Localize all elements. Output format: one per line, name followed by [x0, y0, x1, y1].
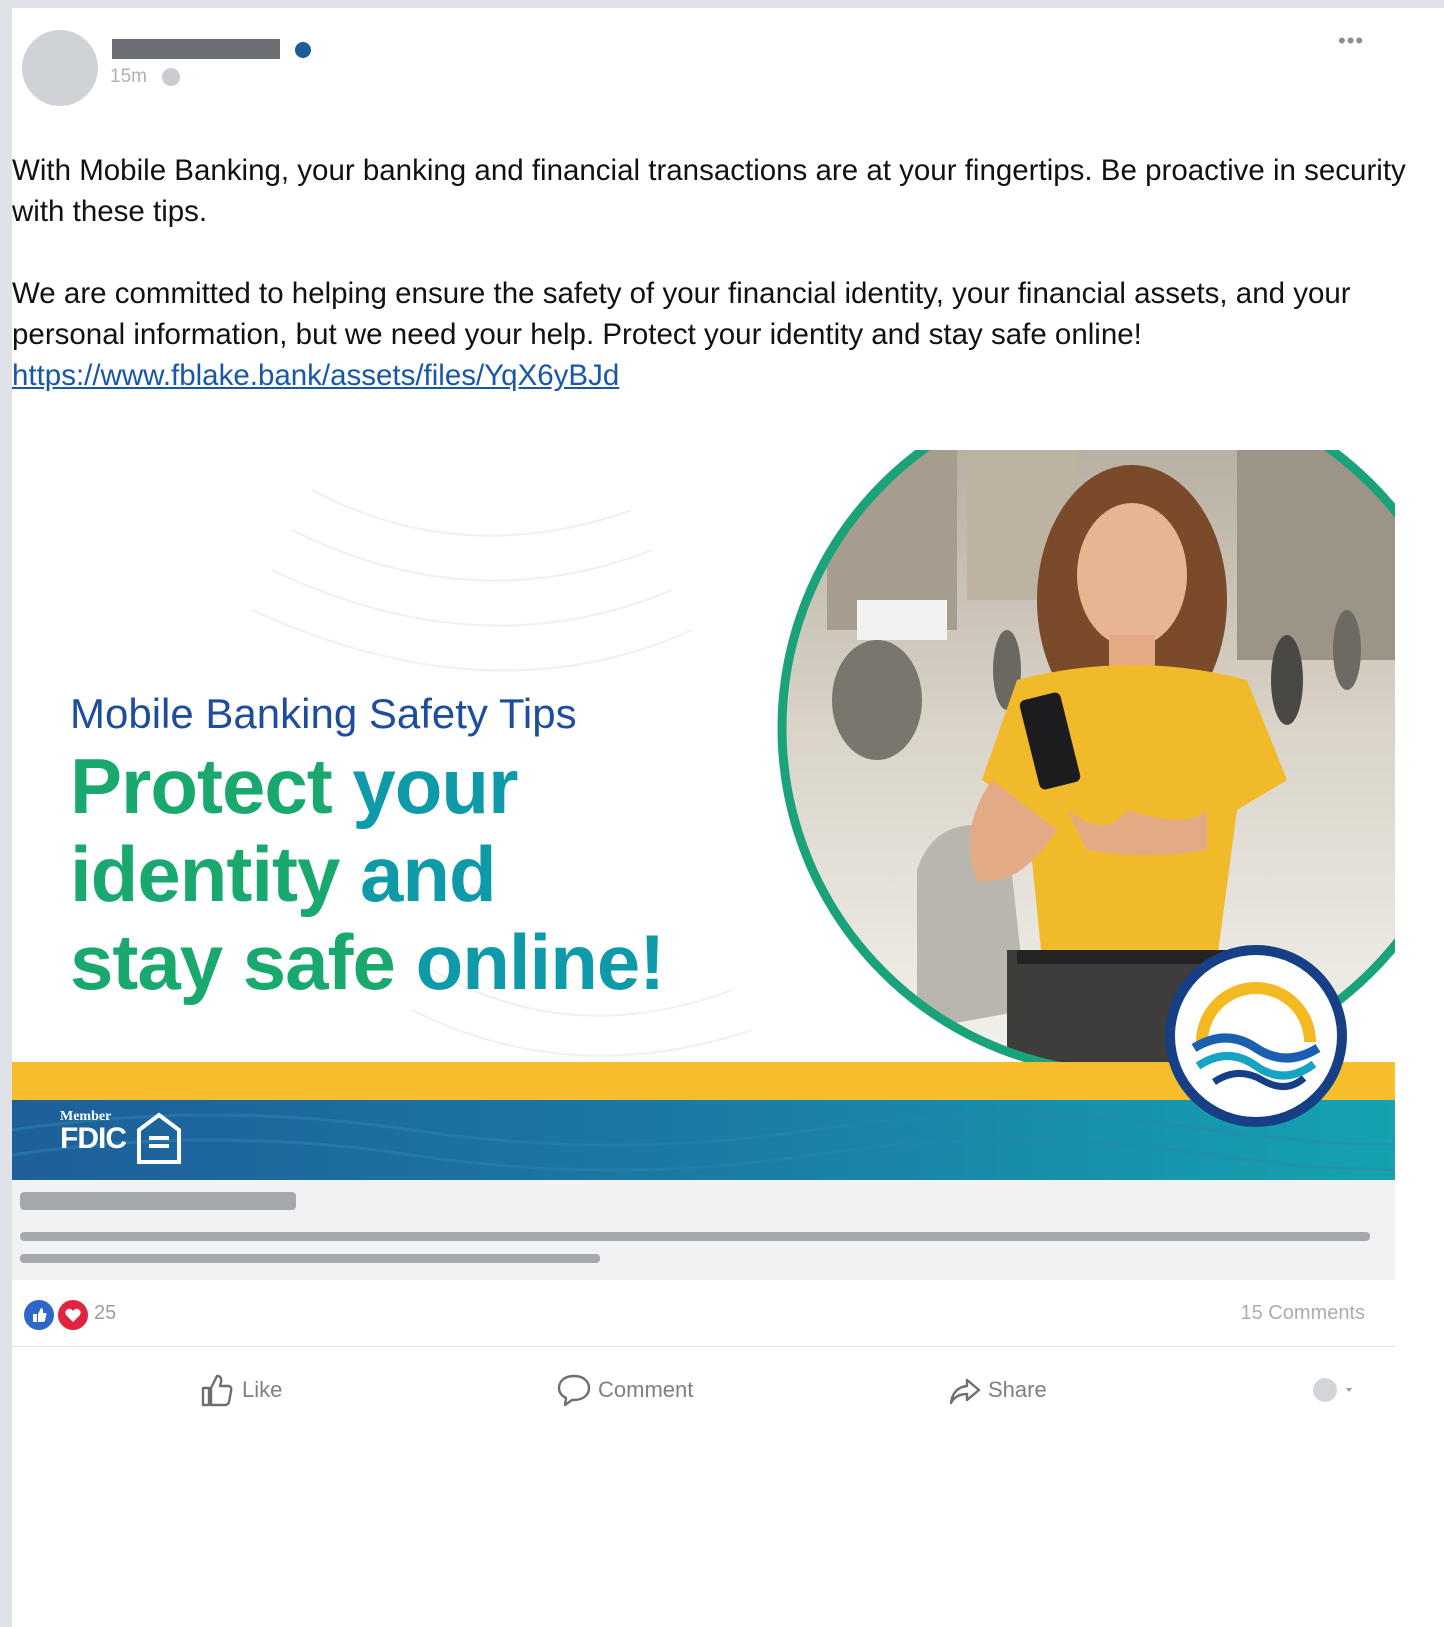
author-name-redacted[interactable]	[112, 39, 280, 59]
avatar[interactable]	[22, 30, 98, 106]
link-preview-redacted[interactable]	[12, 1180, 1395, 1280]
post-paragraph-1: With Mobile Banking, your banking and fi…	[12, 154, 1406, 228]
preview-line-redacted	[20, 1254, 600, 1263]
reaction-summary[interactable]: 25 15 Comments	[12, 1296, 1395, 1336]
ad-image[interactable]: Mobile Banking Safety Tips Protect your …	[12, 450, 1395, 1180]
headline-line1-a: Protect	[70, 742, 353, 830]
share-arrow-icon	[949, 1378, 981, 1405]
post-link[interactable]: https://www.fblake.bank/assets/files/YqX…	[12, 359, 619, 392]
divider	[12, 1346, 1395, 1347]
comment-label: Comment	[598, 1377, 694, 1402]
bank-logo	[1165, 945, 1347, 1127]
ad-subtitle: Mobile Banking Safety Tips	[70, 690, 577, 737]
fdic-label: FDIC	[60, 1122, 127, 1155]
equal-housing-lender-icon	[137, 1112, 181, 1164]
like-reaction-icon	[22, 1298, 56, 1332]
headline-line3-a: stay safe	[70, 918, 416, 1006]
ad-headline: Protect your identity and stay safe onli…	[70, 742, 666, 1006]
fdic-logo: Member FDIC	[60, 1110, 127, 1155]
share-button[interactable]: Share	[948, 1366, 1047, 1414]
verified-dot-icon	[295, 42, 311, 58]
privacy-globe-icon[interactable]	[162, 68, 180, 86]
headline-line2-b: and	[360, 830, 497, 918]
like-button[interactable]: Like	[198, 1366, 282, 1414]
headline-line1-b: your	[352, 742, 518, 830]
post-card: 15m ••• With Mobile Banking, your bankin…	[12, 8, 1444, 1627]
thumbs-up-icon	[201, 1374, 233, 1407]
love-reaction-icon	[56, 1298, 90, 1332]
reaction-options-button[interactable]	[1310, 1366, 1354, 1414]
post-paragraph-2: We are committed to helping ensure the s…	[12, 277, 1351, 351]
page-avatar-dropdown-icon	[1313, 1378, 1352, 1402]
comment-count[interactable]: 15 Comments	[1241, 1302, 1366, 1325]
share-label: Share	[988, 1377, 1047, 1402]
headline-line3-b: online!	[415, 918, 666, 1006]
comment-button[interactable]: Comment	[556, 1366, 693, 1414]
reaction-count[interactable]: 25	[94, 1302, 116, 1325]
comment-bubble-icon	[557, 1374, 591, 1407]
headline-line2-a: identity	[70, 830, 361, 918]
like-label: Like	[242, 1377, 283, 1402]
more-options-icon[interactable]: •••	[1338, 28, 1364, 54]
post-timestamp[interactable]: 15m	[110, 66, 147, 88]
preview-line-redacted	[20, 1232, 1370, 1241]
preview-title-redacted	[20, 1192, 296, 1210]
post-body: With Mobile Banking, your banking and fi…	[12, 150, 1412, 396]
